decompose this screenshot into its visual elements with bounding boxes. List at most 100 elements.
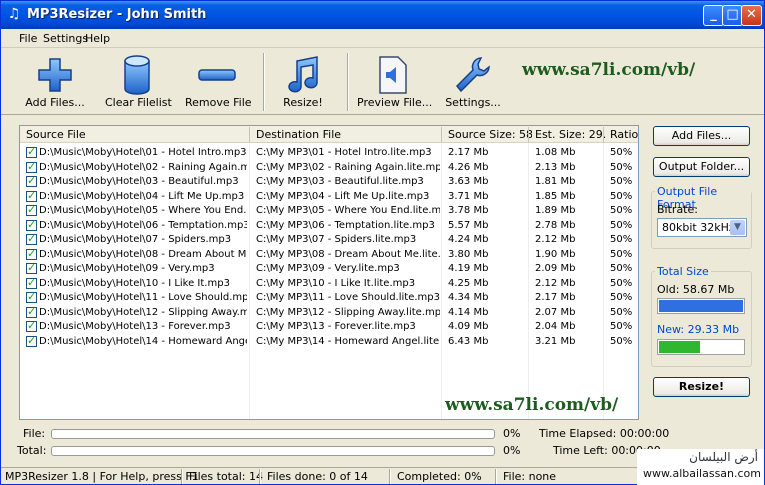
total-size-group: Total Size Old: 58.67 Mb New: 29.33 Mb xyxy=(651,265,752,367)
status-completed: Completed: 0% xyxy=(397,470,482,483)
window-title: MP3Resizer - John Smith xyxy=(27,7,207,22)
cell-est-size: 2.07 Mb xyxy=(535,306,576,318)
table-row[interactable]: D:\Music\Moby\Hotel\07 - Spiders.mp3 C:\M… xyxy=(20,232,638,247)
title-bar[interactable]: ♫ MP3Resizer - John Smith _ □ ✕ xyxy=(1,1,764,29)
cell-destination: C:\My MP3\10 - I Like It.lite.mp3 xyxy=(256,277,416,289)
cell-source: D:\Music\Moby\Hotel\07 - Spiders.mp3 xyxy=(39,234,232,245)
column-header-source-size[interactable]: Source Size: 58... xyxy=(448,128,532,141)
menu-help[interactable]: Help xyxy=(85,32,110,45)
cell-est-size: 2.78 Mb xyxy=(535,219,576,231)
cell-ratio: 50% xyxy=(610,176,633,187)
table-row[interactable]: D:\Music\Moby\Hotel\13 - Forever.mp3 C:\M… xyxy=(20,319,638,334)
row-checkbox[interactable] xyxy=(26,218,37,231)
cell-destination: C:\My MP3\04 - Lift Me Up.lite.mp3 xyxy=(256,190,430,202)
column-header-ratio[interactable]: Ratio xyxy=(610,128,638,141)
table-row[interactable]: D:\Music\Moby\Hotel\10 - I Like It.mp3 C:… xyxy=(20,276,638,291)
menu-file[interactable]: File xyxy=(19,32,37,45)
row-checkbox[interactable] xyxy=(26,319,37,332)
bitrate-select[interactable]: 80kbit 32kHz ▼ xyxy=(657,218,747,237)
file-list-table[interactable]: Source File Destination File Source Size… xyxy=(19,125,639,420)
cell-destination: C:\My MP3\13 - Forever.lite.mp3 xyxy=(256,321,416,332)
table-row[interactable]: D:\Music\Moby\Hotel\09 - Very.mp3 C:\My M… xyxy=(20,261,638,276)
music-note-icon: ♫ xyxy=(7,6,21,22)
row-checkbox[interactable] xyxy=(26,334,37,347)
cell-destination: C:\My MP3\11 - Love Should.lite.mp3 xyxy=(256,292,440,303)
output-folder-button[interactable]: Output Folder... xyxy=(653,157,750,177)
table-row[interactable]: D:\Music\Moby\Hotel\01 - Hotel Intro.mp3… xyxy=(20,145,638,160)
table-row[interactable]: D:\Music\Moby\Hotel\05 - Where You End.m… xyxy=(20,203,638,218)
add-files-button[interactable]: Add Files... xyxy=(653,126,750,146)
cell-source: D:\Music\Moby\Hotel\11 - Love Should.mp3 xyxy=(39,292,247,303)
row-checkbox[interactable] xyxy=(26,261,37,274)
column-divider[interactable] xyxy=(249,127,250,142)
row-checkbox[interactable] xyxy=(26,276,37,289)
chevron-down-icon[interactable]: ▼ xyxy=(730,220,745,235)
resize-tool-button[interactable]: Resize! xyxy=(271,49,335,113)
cell-source: D:\Music\Moby\Hotel\12 - Slipping Away.m… xyxy=(39,306,247,318)
row-checkbox[interactable] xyxy=(26,145,37,158)
watermark-bottom: www.sa7li.com/vb/ xyxy=(445,395,619,415)
row-checkbox[interactable] xyxy=(26,203,37,216)
table-header: Source File Destination File Source Size… xyxy=(20,126,638,143)
cell-source-size: 3.63 Mb xyxy=(448,176,489,187)
resize-button[interactable]: Resize! xyxy=(653,377,750,397)
cell-source-size: 4.25 Mb xyxy=(448,277,489,289)
cell-est-size: 2.12 Mb xyxy=(535,277,576,289)
table-row[interactable]: D:\Music\Moby\Hotel\06 - Temptation.mp3 C… xyxy=(20,218,638,233)
cell-ratio: 50% xyxy=(610,248,633,260)
table-row[interactable]: D:\Music\Moby\Hotel\03 - Beautiful.mp3 C:… xyxy=(20,174,638,189)
cell-source-size: 4.09 Mb xyxy=(448,321,489,332)
app-window: ♫ MP3Resizer - John Smith _ □ ✕ File Set… xyxy=(0,0,765,485)
table-row[interactable]: D:\Music\Moby\Hotel\02 - Raining Again.m… xyxy=(20,160,638,175)
column-divider[interactable] xyxy=(441,127,442,142)
row-checkbox[interactable] xyxy=(26,160,37,173)
status-files-done: Files done: 0 of 14 xyxy=(267,470,368,483)
cell-source: D:\Music\Moby\Hotel\14 - Homeward Angel.… xyxy=(39,335,247,347)
column-header-destination[interactable]: Destination File xyxy=(256,128,442,141)
table-row[interactable]: D:\Music\Moby\Hotel\04 - Lift Me Up.mp3 C… xyxy=(20,189,638,204)
row-checkbox[interactable] xyxy=(26,305,37,318)
cell-source-size: 4.34 Mb xyxy=(448,292,489,303)
plus-icon xyxy=(38,58,72,92)
total-progress-label: Total: xyxy=(17,444,47,457)
toolbar-separator xyxy=(347,53,349,111)
minimize-button[interactable]: _ xyxy=(703,5,724,26)
column-divider[interactable] xyxy=(528,127,529,142)
remove-file-tool-button[interactable]: Remove File xyxy=(185,49,252,113)
watermark-top: www.sa7li.com/vb/ xyxy=(522,60,696,80)
minus-icon xyxy=(198,69,236,81)
cell-source: D:\Music\Moby\Hotel\02 - Raining Again.m… xyxy=(39,161,247,173)
table-row[interactable]: D:\Music\Moby\Hotel\12 - Slipping Away.m… xyxy=(20,305,638,320)
old-size-fill xyxy=(659,300,743,312)
cell-source-size: 3.71 Mb xyxy=(448,190,489,202)
column-header-est-size[interactable]: Est. Size: 29... xyxy=(535,128,607,141)
clear-filelist-tool-button[interactable]: Clear Filelist xyxy=(105,49,172,113)
cell-est-size: 2.13 Mb xyxy=(535,161,576,173)
grid-line xyxy=(528,143,529,419)
row-checkbox[interactable] xyxy=(26,174,37,187)
settings-tool-button[interactable]: Settings... xyxy=(441,49,505,113)
cell-destination: C:\My MP3\05 - Where You End.lite.mp3 xyxy=(256,205,440,216)
cell-source-size: 3.78 Mb xyxy=(448,205,489,216)
row-checkbox[interactable] xyxy=(26,189,37,202)
status-separator xyxy=(259,469,261,484)
table-row[interactable]: D:\Music\Moby\Hotel\11 - Love Should.mp3… xyxy=(20,290,638,305)
row-checkbox[interactable] xyxy=(26,290,37,303)
preview-file-tool-button[interactable]: Preview File... xyxy=(357,49,432,113)
cell-source-size: 4.24 Mb xyxy=(448,234,489,245)
cell-ratio: 50% xyxy=(610,277,633,289)
column-divider[interactable] xyxy=(603,127,604,142)
row-checkbox[interactable] xyxy=(26,247,37,260)
table-row[interactable]: D:\Music\Moby\Hotel\08 - Dream About Me.… xyxy=(20,247,638,262)
table-row[interactable]: D:\Music\Moby\Hotel\14 - Homeward Angel.… xyxy=(20,334,638,349)
cell-source: D:\Music\Moby\Hotel\06 - Temptation.mp3 xyxy=(39,219,247,231)
cell-source: D:\Music\Moby\Hotel\09 - Very.mp3 xyxy=(39,263,215,274)
menu-settings[interactable]: Settings xyxy=(43,32,88,45)
cell-est-size: 1.81 Mb xyxy=(535,176,576,187)
column-header-source[interactable]: Source File xyxy=(26,128,246,141)
close-button[interactable]: ✕ xyxy=(741,5,762,26)
maximize-button[interactable]: □ xyxy=(722,5,743,26)
row-checkbox[interactable] xyxy=(26,232,37,245)
add-files-tool-button[interactable]: Add Files... xyxy=(23,49,87,113)
clear-filelist-label: Clear Filelist xyxy=(105,96,172,109)
